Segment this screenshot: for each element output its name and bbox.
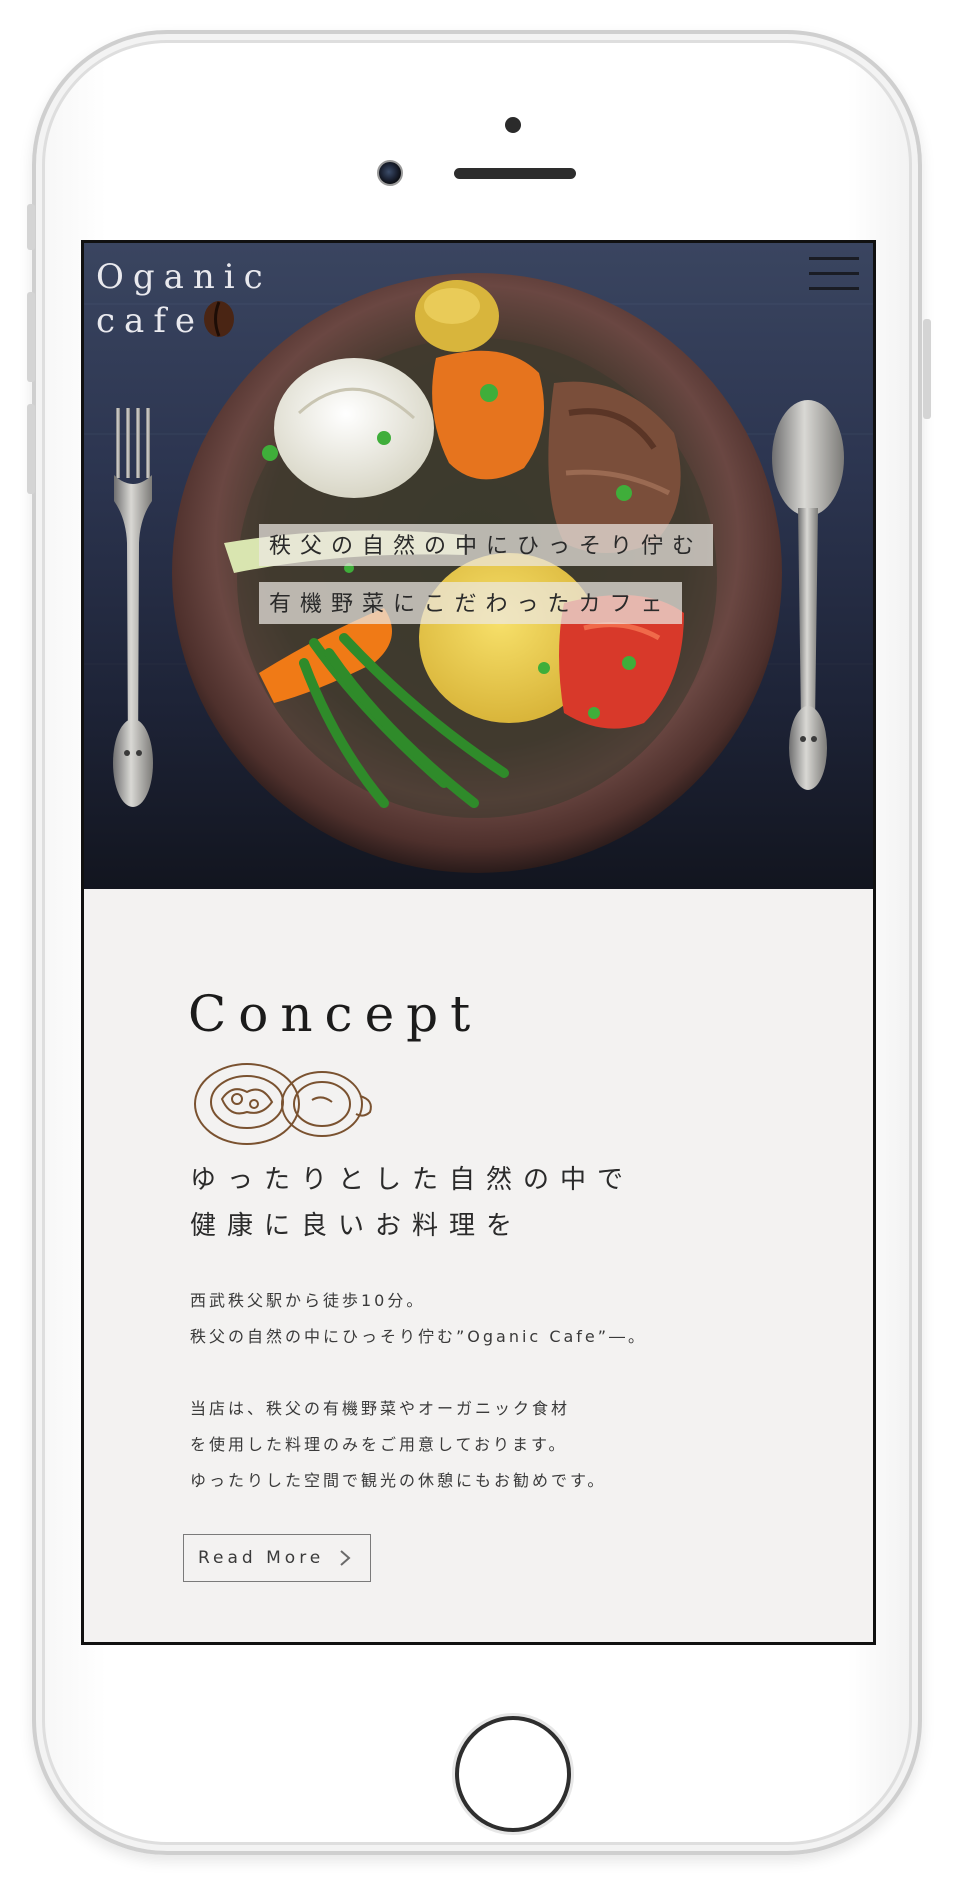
read-more-label: Read More bbox=[198, 1548, 325, 1568]
phone-screen: Oganic cafe 秩父の自然の中にひっそり佇む 有機野菜にこだわったカフェ… bbox=[81, 240, 876, 1645]
concept-section: Concept ゆったりとした自然の中で 健康に良いお料理を 西武秩父駅から徒歩… bbox=[84, 889, 873, 1642]
volume-down-button bbox=[27, 404, 35, 494]
volume-up-button bbox=[27, 292, 35, 382]
body-line-4: を使用した料理のみをご用意しております。 bbox=[190, 1435, 568, 1454]
concept-heading-line1: ゆったりとした自然の中で bbox=[190, 1165, 635, 1195]
body-line-5: ゆったりした空間で観光の休憩にもお勧めです。 bbox=[190, 1471, 607, 1490]
coffee-bean-icon bbox=[204, 301, 235, 337]
site-logo[interactable]: Oganic cafe bbox=[96, 255, 272, 343]
logo-line-oganic: Oganic bbox=[96, 257, 272, 297]
logo-text-cafe: cafe bbox=[96, 301, 205, 341]
body-line-1: 西武秩父駅から徒歩10分。 bbox=[190, 1291, 426, 1310]
hero-tagline-line1: 秩父の自然の中にひっそり佇む bbox=[259, 524, 714, 566]
fork bbox=[113, 408, 153, 807]
body-line-3: 当店は、秩父の有機野菜やオーガニック食材 bbox=[190, 1399, 571, 1418]
concept-heading-line2: 健康に良いお料理を bbox=[190, 1211, 524, 1241]
body-line-2: 秩父の自然の中にひっそり佇む”Oganic Cafe”―。 bbox=[190, 1327, 648, 1346]
concept-body: 西武秩父駅から徒歩10分。 秩父の自然の中にひっそり佇む”Oganic Cafe… bbox=[190, 1283, 647, 1499]
menu-bar-bottom bbox=[809, 287, 859, 290]
proximity-sensor bbox=[505, 117, 521, 133]
menu-bar-top bbox=[809, 257, 859, 260]
chevron-right-icon bbox=[340, 1550, 351, 1566]
mockup-stage: Oganic cafe 秩父の自然の中にひっそり佇む 有機野菜にこだわったカフェ… bbox=[0, 0, 970, 1885]
dish-and-cup-illustration bbox=[194, 1063, 372, 1145]
hero-section: Oganic cafe 秩父の自然の中にひっそり佇む 有機野菜にこだわったカフェ bbox=[84, 243, 873, 889]
earpiece-speaker bbox=[454, 168, 576, 179]
concept-title: Concept bbox=[188, 985, 483, 1043]
menu-bar-middle bbox=[809, 272, 859, 275]
concept-heading: ゆったりとした自然の中で 健康に良いお料理を bbox=[190, 1157, 634, 1249]
home-button[interactable] bbox=[455, 1716, 571, 1832]
spoon bbox=[772, 400, 844, 790]
logo-line-cafe: cafe bbox=[96, 299, 272, 343]
hero-tagline-line2: 有機野菜にこだわったカフェ bbox=[259, 582, 682, 624]
mute-switch bbox=[27, 204, 35, 250]
read-more-button[interactable]: Read More bbox=[183, 1534, 371, 1582]
power-button bbox=[923, 319, 931, 419]
hamburger-menu-icon[interactable] bbox=[809, 257, 859, 297]
front-camera bbox=[377, 160, 403, 186]
